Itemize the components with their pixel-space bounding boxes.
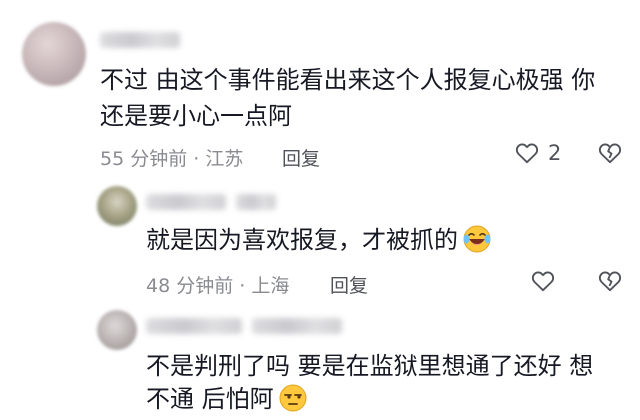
- meta-separator: ·: [193, 148, 200, 170]
- comment-text: 就是因为喜欢报复，才被抓的: [146, 222, 492, 258]
- broken-heart-icon: [598, 143, 622, 164]
- heart-icon: [515, 143, 539, 164]
- avatar[interactable]: [97, 186, 137, 226]
- dislike-button[interactable]: [597, 268, 623, 294]
- like-count: 2: [548, 141, 562, 165]
- comment-meta: 55 分钟前 · 江苏: [100, 144, 243, 171]
- skeptical-face-emoji: [279, 384, 307, 412]
- comment-text-line: 还是要小心一点阿: [100, 102, 292, 130]
- comment-text-line: 不是判刑了吗 要是在监狱里想通了还好 想: [146, 352, 594, 380]
- avatar[interactable]: [97, 310, 137, 350]
- comment-text-content: 不通 后怕阿: [146, 385, 274, 413]
- reply-button[interactable]: 回复: [282, 144, 320, 171]
- broken-heart-icon: [598, 271, 622, 292]
- comment-time: 48 分钟前: [146, 275, 234, 297]
- heart-icon: [531, 271, 555, 292]
- username-blurred[interactable]: [100, 32, 180, 48]
- like-button[interactable]: 2: [514, 140, 561, 166]
- comment-meta: 48 分钟前 · 上海: [146, 271, 289, 298]
- comment-time: 55 分钟前: [100, 148, 188, 170]
- comment-text-line: 不通 后怕阿: [146, 381, 308, 417]
- username-blurred[interactable]: [146, 194, 226, 210]
- comment-text-line: 不过 由这个事件能看出来这个人报复心极强 你: [100, 66, 596, 94]
- username-blurred[interactable]: [146, 318, 242, 334]
- dislike-button[interactable]: [597, 140, 623, 166]
- username-blurred-suffix: [236, 194, 276, 210]
- avatar[interactable]: [22, 22, 86, 86]
- reply-button[interactable]: 回复: [330, 271, 368, 298]
- username-blurred-suffix: [252, 318, 342, 334]
- like-button[interactable]: [530, 268, 556, 294]
- comment-location: 江苏: [205, 148, 244, 170]
- comment-thread: 不过 由这个事件能看出来这个人报复心极强 你 还是要小心一点阿 55 分钟前 ·…: [0, 0, 640, 420]
- comment-location: 上海: [251, 275, 290, 297]
- comment-text-content: 就是因为喜欢报复，才被抓的: [146, 226, 458, 254]
- laugh-cry-emoji: [463, 225, 491, 253]
- meta-separator: ·: [239, 275, 246, 297]
